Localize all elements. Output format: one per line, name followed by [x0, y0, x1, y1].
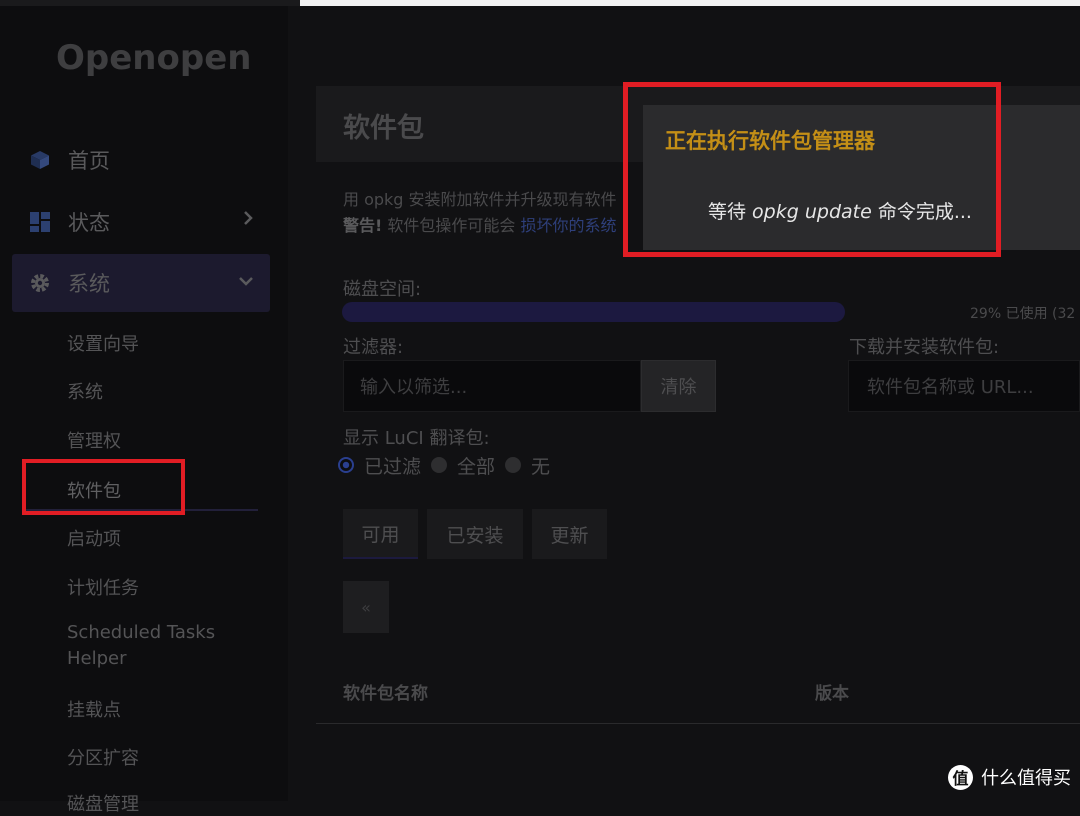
cube-icon — [28, 148, 52, 172]
luci-radio-group: 已过滤 全部 无 — [338, 450, 560, 480]
tab-available[interactable]: 可用 — [343, 509, 418, 559]
radio-none-label[interactable]: 无 — [531, 452, 550, 479]
sidebar-subitem-system[interactable]: 系统 — [67, 378, 103, 404]
luci-translation-label: 显示 LuCI 翻译包: — [343, 428, 490, 449]
warning-link[interactable]: 损坏你的系统 — [521, 216, 617, 235]
sidebar-item-system[interactable]: 系统 — [12, 254, 270, 312]
sidebar-subitem-startup[interactable]: 启动项 — [67, 525, 121, 551]
warning-label: 警告! — [343, 216, 383, 235]
description-text: 用 opkg 安装附加软件并升级现有软件 — [343, 190, 617, 209]
radio-filtered-label[interactable]: 已过滤 — [364, 452, 421, 479]
watermark-text: 什么值得买 — [981, 768, 1071, 789]
sidebar-subitem-scheduled[interactable]: 计划任务 — [67, 574, 139, 600]
radio-all[interactable] — [431, 457, 448, 473]
disk-usage-bar — [342, 302, 845, 322]
sidebar-subitem-wizard[interactable]: 设置向导 — [67, 330, 139, 356]
app-logo[interactable]: Openopen — [56, 38, 251, 78]
gear-icon — [28, 271, 52, 295]
sidebar-subitem-disk[interactable]: 磁盘管理 — [67, 790, 139, 816]
sidebar-item-label: 系统 — [68, 272, 110, 296]
highlight-box-modal — [623, 82, 1001, 257]
download-label: 下载并安装软件包: — [849, 337, 1000, 358]
chevron-right-icon — [242, 210, 254, 231]
warning-text: 警告! 软件包操作可能会 损坏你的系统 — [343, 212, 617, 236]
warning-body: 软件包操作可能会 — [382, 216, 521, 235]
watermark: 值 什么值得买 — [948, 764, 1071, 790]
table-divider — [316, 723, 1080, 724]
filter-input[interactable]: 输入以筛选... — [343, 360, 641, 412]
sidebar-subitem-tasks-helper[interactable]: Scheduled Tasks — [67, 622, 215, 643]
sidebar-item-label: 状态 — [68, 211, 110, 235]
watermark-logo-icon: 值 — [948, 764, 973, 790]
disk-space-label: 磁盘空间: — [343, 279, 422, 300]
disk-usage-text: 29% 已使用 (32 — [970, 306, 1076, 322]
page-title: 软件包 — [343, 113, 424, 144]
sidebar-item-status[interactable]: 状态 — [12, 193, 270, 251]
download-input[interactable]: 软件包名称或 URL... — [848, 360, 1080, 412]
sidebar-subitem-admin[interactable]: 管理权 — [67, 427, 121, 453]
radio-all-label[interactable]: 全部 — [457, 452, 495, 479]
table-header-name[interactable]: 软件包名称 — [343, 679, 428, 704]
chevron-down-icon — [238, 271, 254, 292]
sidebar — [0, 6, 288, 801]
tab-updates[interactable]: 更新 — [532, 509, 607, 559]
sidebar-item-home[interactable]: 首页 — [12, 131, 270, 189]
radio-none[interactable] — [505, 457, 522, 473]
sidebar-item-label: 首页 — [68, 149, 110, 173]
table-header-version[interactable]: 版本 — [815, 679, 849, 704]
sidebar-subitem-tasks-helper-line2[interactable]: Helper — [67, 648, 127, 669]
tab-installed[interactable]: 已安装 — [427, 509, 523, 559]
filter-label: 过滤器: — [343, 337, 404, 358]
clear-button[interactable]: 清除 — [641, 360, 716, 412]
pager-prev-button[interactable]: « — [343, 581, 389, 633]
highlight-box-packages — [22, 459, 185, 515]
sidebar-subitem-mounts[interactable]: 挂载点 — [67, 696, 121, 722]
radio-filtered[interactable] — [338, 457, 354, 473]
sidebar-subitem-expand[interactable]: 分区扩容 — [67, 744, 139, 770]
dashboard-icon — [28, 210, 52, 234]
